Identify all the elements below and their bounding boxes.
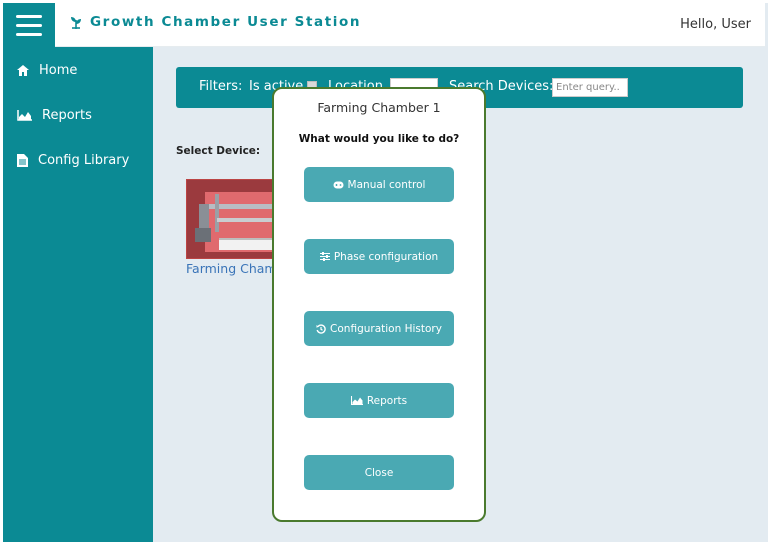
sidebar: Home Reports Config Library [3,47,153,542]
configuration-history-button[interactable]: Configuration History [304,311,454,346]
area-chart-icon [17,109,32,121]
menu-icon [16,14,42,18]
menu-icon-bar [16,32,42,36]
sliders-icon [319,252,330,261]
menu-icon-bar [16,23,42,27]
close-button[interactable]: Close [304,455,454,490]
button-label: Reports [366,394,408,407]
modal-title: Farming Chamber 1 [317,100,441,115]
plant-icon [71,17,81,29]
sidebar-item-config-library[interactable]: Config Library [3,144,153,176]
button-label: Close [364,466,394,479]
document-icon [17,153,28,167]
history-icon [316,323,326,334]
sidebar-item-home[interactable]: Home [3,54,153,86]
filters-label: Filters: [199,79,243,94]
app-title: Growth Chamber User Station [90,14,362,30]
button-label: Configuration History [330,322,442,335]
sidebar-item-label: Config Library [38,152,130,168]
app-brand[interactable]: Growth Chamber User Station [70,14,361,30]
device-thumbnail[interactable] [186,179,286,259]
select-device-label: Select Device: [176,145,261,157]
button-label: Phase configuration [333,250,439,263]
hamburger-menu-button[interactable] [3,3,55,47]
sidebar-item-reports[interactable]: Reports [3,99,153,131]
area-chart-icon [350,396,363,405]
home-icon [17,64,29,76]
sidebar-item-label: Home [39,62,78,78]
device-card[interactable]: Farming Chamber 1 [186,179,309,279]
search-input[interactable] [552,78,628,97]
device-action-modal: Farming Chamber 1 What would you like to… [272,87,486,522]
manual-control-button[interactable]: Manual control [304,167,454,202]
user-greeting[interactable]: Hello, User [680,17,751,32]
phase-configuration-button[interactable]: Phase configuration [304,239,454,274]
modal-question: What would you like to do? [298,133,460,145]
sidebar-item-label: Reports [42,107,92,123]
button-label: Manual control [347,178,426,191]
reports-button[interactable]: Reports [304,383,454,418]
gamepad-icon [333,181,344,188]
